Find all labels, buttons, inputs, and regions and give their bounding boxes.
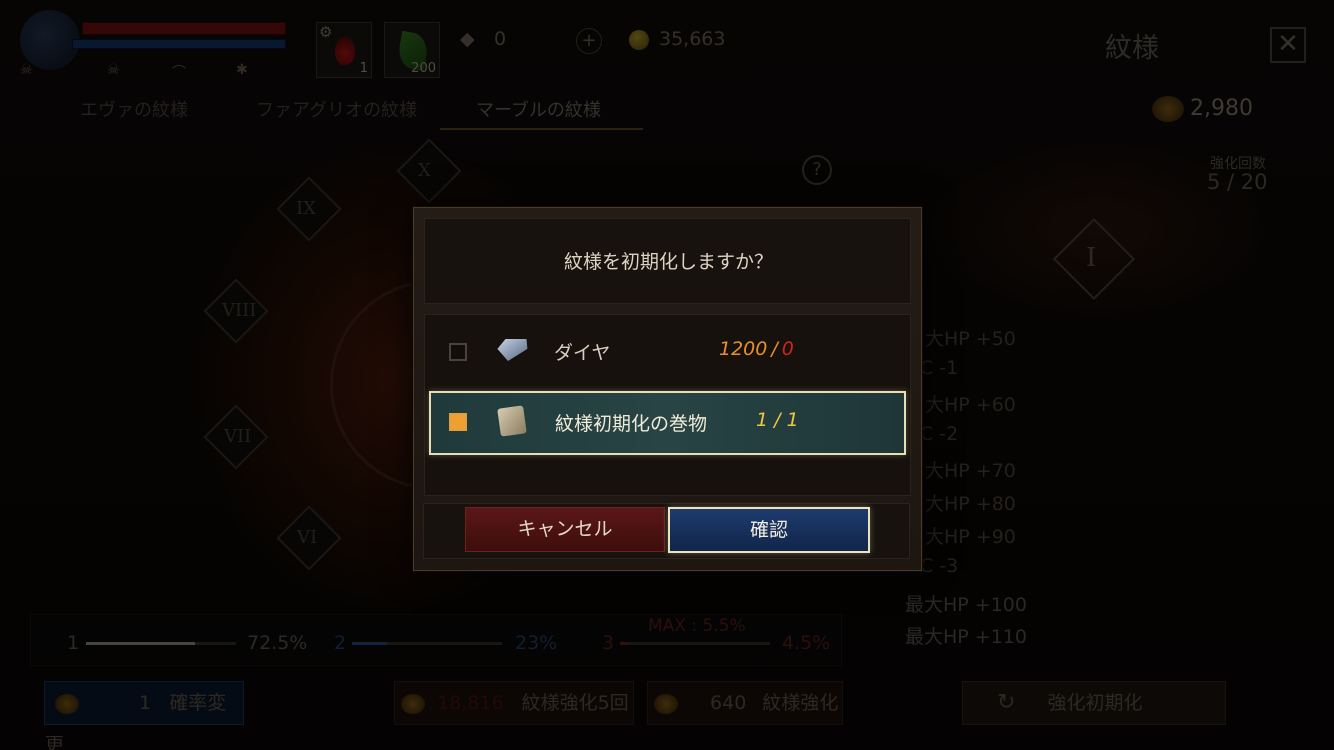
option-diamond-checkbox[interactable] [449, 343, 467, 361]
dialog-content: ダイヤ 1200/0 紋様初期化の巻物 1 / 1 キャンセル 確認 [413, 207, 922, 571]
quantity-separator: / [771, 338, 778, 360]
option-diamond-quantity: 1200/0 [719, 338, 794, 360]
option-scroll-label: 紋様初期化の巻物 [555, 413, 708, 435]
option-diamond-label: ダイヤ [554, 342, 611, 364]
cancel-button[interactable]: キャンセル [465, 507, 665, 552]
scroll-icon [497, 405, 527, 437]
diamond-owned: 0 [781, 338, 794, 360]
confirm-button[interactable]: 確認 [668, 507, 870, 553]
option-scroll-quantity: 1 / 1 [756, 409, 799, 431]
diamond-required: 1200 [719, 338, 768, 360]
option-scroll-checkbox[interactable] [449, 413, 467, 431]
